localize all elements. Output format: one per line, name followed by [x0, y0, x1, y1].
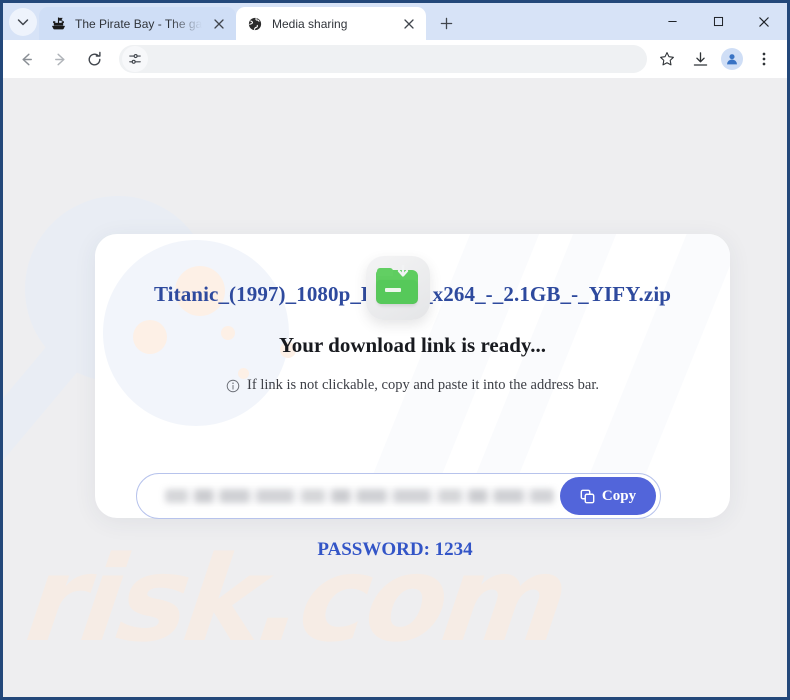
browser-window: The Pirate Bay - The galaxy's m Media sh…	[0, 0, 790, 700]
password-text: PASSWORD: 1234	[317, 539, 473, 560]
forward-button[interactable]	[45, 44, 75, 74]
download-icon	[693, 51, 707, 66]
maximize-icon	[713, 16, 723, 27]
copy-button-label: Copy	[601, 487, 637, 504]
three-dot-menu-icon	[762, 52, 766, 66]
minimize-button[interactable]	[649, 3, 695, 40]
pirate-ship-icon	[50, 16, 66, 32]
tab-title: Media sharing	[272, 16, 348, 31]
copy-icon	[580, 489, 595, 504]
tab-the-pirate-bay[interactable]: The Pirate Bay - The galaxy's m	[39, 7, 236, 40]
new-tab-button[interactable]	[432, 9, 460, 37]
minimize-icon	[667, 20, 677, 23]
page-viewport: risk.com Titanic_(1997)_1080p_HDTV_x264_…	[3, 78, 787, 697]
note-row: If link is not clickable, copy and paste…	[95, 377, 730, 394]
reload-button[interactable]	[79, 44, 109, 74]
maximize-button[interactable]	[695, 3, 741, 40]
chevron-down-icon	[17, 19, 29, 26]
bookmark-star-button[interactable]	[653, 45, 681, 73]
back-button[interactable]	[11, 44, 41, 74]
downloads-button[interactable]	[685, 44, 715, 74]
back-icon	[21, 53, 32, 65]
info-circle-icon	[226, 379, 240, 393]
tab-close-icon[interactable]	[400, 15, 418, 33]
search-tabs-button[interactable]	[9, 8, 37, 36]
forward-icon	[54, 53, 65, 65]
browser-menu-button[interactable]	[749, 44, 779, 74]
star-icon	[660, 52, 674, 66]
profile-avatar-icon	[721, 48, 743, 70]
window-controls	[649, 3, 787, 40]
browser-toolbar	[3, 40, 787, 78]
plus-icon	[440, 17, 452, 29]
profile-button[interactable]	[717, 44, 747, 74]
tune-settings-icon[interactable]	[122, 46, 148, 72]
tab-title: The Pirate Bay - The galaxy's m	[75, 16, 206, 31]
copy-button[interactable]: Copy	[560, 477, 656, 515]
address-bar[interactable]	[119, 45, 647, 73]
download-arrow-icon	[397, 265, 409, 277]
download-link-field[interactable]: Copy	[136, 473, 661, 519]
globe-icon	[247, 16, 263, 32]
close-button[interactable]	[741, 3, 787, 40]
page-title: Your download link is ready...	[278, 333, 547, 357]
green-folder-download-icon	[366, 256, 430, 320]
note-text: If link is not clickable, copy and paste…	[247, 377, 599, 393]
tab-strip: The Pirate Bay - The galaxy's m Media sh…	[3, 3, 787, 40]
close-icon	[759, 16, 769, 27]
redacted-url-text[interactable]	[165, 489, 554, 503]
tab-close-icon[interactable]	[210, 15, 228, 33]
tab-media-sharing[interactable]: Media sharing	[236, 7, 426, 40]
reload-icon	[88, 51, 101, 65]
